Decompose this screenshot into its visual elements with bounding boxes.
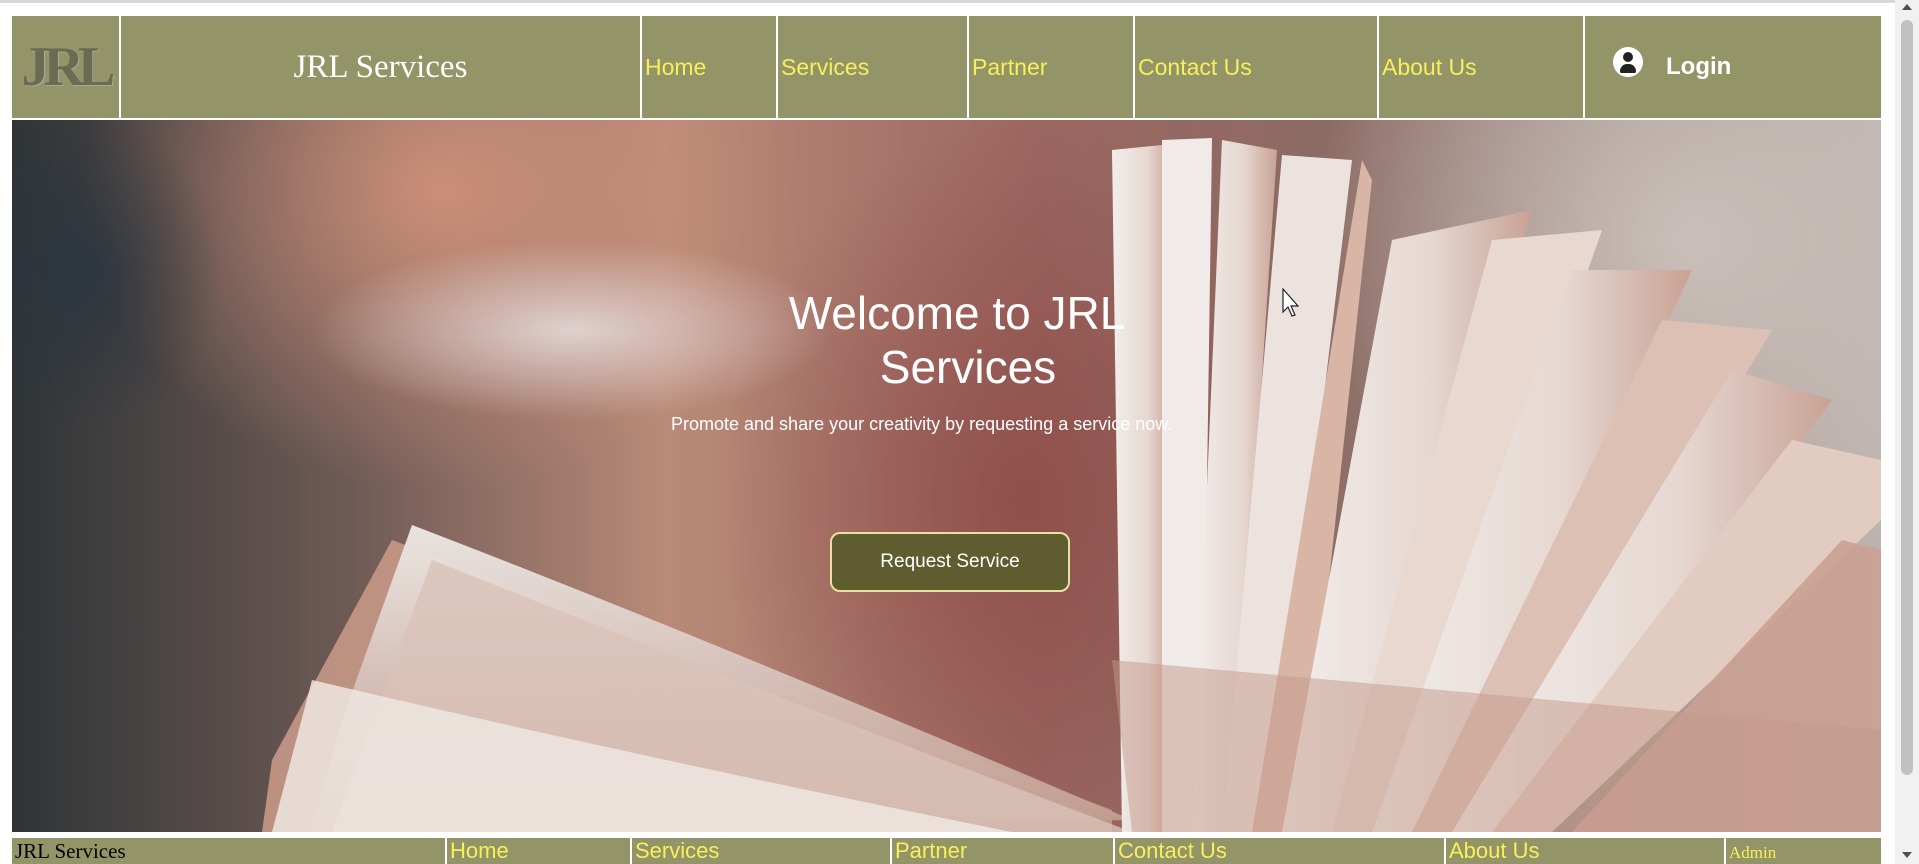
nav-link-contact-us[interactable]: Contact Us: [1138, 54, 1252, 81]
nav-link-about-us[interactable]: About Us: [1382, 54, 1477, 81]
footer-brand: JRL Services: [15, 839, 126, 863]
site-brand-title: JRL Services: [293, 48, 468, 85]
hero-title: Welcome to JRL Services: [722, 286, 1192, 394]
footer-nav-services[interactable]: Services: [632, 838, 892, 864]
nav-link-home[interactable]: Home: [645, 54, 706, 81]
hero-content: Welcome to JRL Services Promote and shar…: [12, 120, 1881, 832]
footer-brand-cell: JRL Services: [12, 838, 447, 864]
footer-link-admin[interactable]: Admin: [1729, 838, 1776, 864]
footer-admin-cell[interactable]: Admin: [1726, 838, 1881, 864]
footer-nav-home[interactable]: Home: [447, 838, 632, 864]
login-button[interactable]: Login: [1585, 16, 1881, 118]
nav-link-partner[interactable]: Partner: [972, 54, 1047, 81]
footer-nav-about-us[interactable]: About Us: [1446, 838, 1726, 864]
nav-home[interactable]: Home: [642, 16, 778, 118]
logo-cell[interactable]: JRL: [12, 16, 121, 118]
mouse-pointer-icon: [1282, 288, 1300, 317]
hero-banner: Welcome to JRL Services Promote and shar…: [12, 120, 1881, 832]
footer-link-about-us[interactable]: About Us: [1449, 838, 1540, 864]
nav-services[interactable]: Services: [778, 16, 969, 118]
footer-nav-partner[interactable]: Partner: [892, 838, 1115, 864]
scroll-down-arrow-icon[interactable]: [1902, 852, 1912, 858]
hero-title-line-2: Services: [879, 341, 1057, 393]
nav-contact-us[interactable]: Contact Us: [1135, 16, 1379, 118]
footer-link-services[interactable]: Services: [635, 838, 719, 864]
brand-cell: JRL Services: [121, 16, 642, 118]
login-label[interactable]: Login: [1666, 53, 1731, 81]
site-header: JRL JRL Services Home Services Partner C…: [12, 16, 1881, 118]
request-service-button[interactable]: Request Service: [830, 532, 1070, 592]
footer-link-home[interactable]: Home: [450, 838, 509, 864]
scrollbar-thumb[interactable]: [1901, 20, 1913, 775]
hero-subtitle: Promote and share your creativity by req…: [671, 414, 1173, 434]
footer-link-partner[interactable]: Partner: [895, 838, 967, 864]
user-circle-icon[interactable]: [1613, 47, 1643, 77]
footer-nav-contact-us[interactable]: Contact Us: [1115, 838, 1446, 864]
site-footer: JRL Services Home Services Partner Conta…: [12, 838, 1881, 864]
page-scrollbar[interactable]: [1895, 0, 1919, 864]
window-top-strip: [0, 0, 1919, 3]
scroll-up-arrow-icon[interactable]: [1902, 4, 1912, 10]
nav-partner[interactable]: Partner: [969, 16, 1135, 118]
nav-link-services[interactable]: Services: [781, 54, 869, 81]
hero-title-line-1: Welcome to JRL: [788, 287, 1126, 339]
site-logo[interactable]: JRL: [22, 35, 116, 99]
footer-link-contact-us[interactable]: Contact Us: [1118, 838, 1227, 864]
nav-about-us[interactable]: About Us: [1379, 16, 1585, 118]
